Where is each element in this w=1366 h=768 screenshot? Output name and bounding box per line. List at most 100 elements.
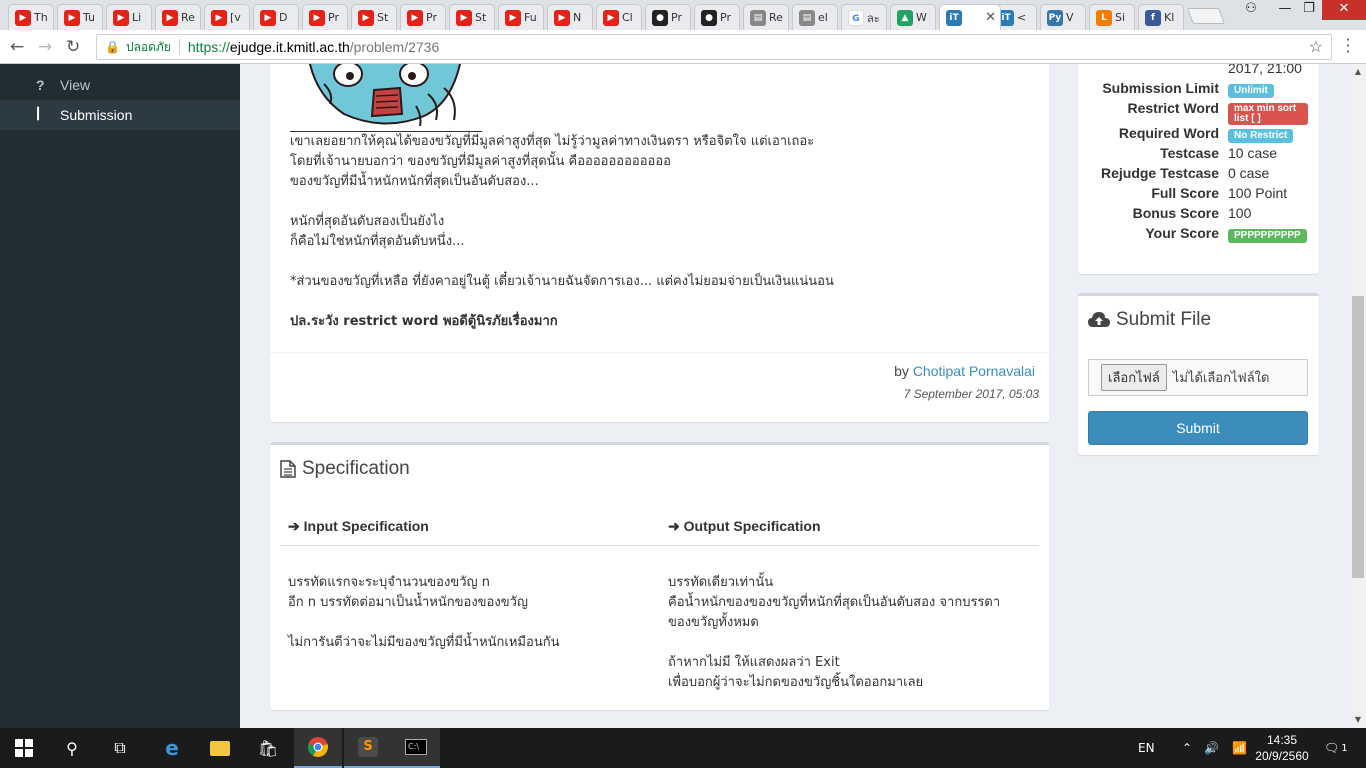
required-word-badge: No Restrict	[1228, 129, 1294, 143]
close-window-button[interactable]: ✕	[1322, 0, 1366, 20]
browser-tab[interactable]: ▶ N	[547, 4, 593, 30]
choose-file-button[interactable]: เลือกไฟล์	[1101, 364, 1167, 391]
browser-tab[interactable]: ▶ D	[253, 4, 299, 30]
browser-tab[interactable]: ▶ Th	[8, 4, 54, 30]
submit-button[interactable]: Submit	[1088, 411, 1308, 445]
file-explorer-icon[interactable]	[196, 728, 244, 768]
page-icon: ▤	[799, 9, 815, 26]
google-icon: G	[848, 9, 864, 26]
new-tab-button[interactable]	[1187, 8, 1225, 24]
browser-tab[interactable]: G ละ	[841, 4, 887, 30]
sidebar-item-label: View	[60, 77, 91, 93]
tab-close-icon[interactable]: ✕	[985, 10, 996, 25]
browser-tab-label: <	[1017, 11, 1027, 24]
scrollbar-thumb[interactable]	[1352, 296, 1364, 578]
scroll-up-icon[interactable]: ▲	[1350, 64, 1366, 80]
menu-dots-icon[interactable]: · · ·	[1343, 32, 1353, 60]
browser-tab[interactable]: ▲ W	[890, 4, 936, 30]
browser-tab[interactable]: ▶ St	[449, 4, 495, 30]
info-label: Testcase	[1160, 145, 1219, 161]
url-scheme: https://	[187, 39, 230, 55]
edge-icon[interactable]: e	[148, 728, 196, 768]
browser-tab[interactable]: ▶ Pr	[302, 4, 348, 30]
browser-tab-label: Re	[181, 11, 195, 24]
youtube-icon: ▶	[15, 9, 31, 26]
sublime-text-icon[interactable]: S	[344, 728, 392, 768]
youtube-icon: ▶	[113, 9, 129, 26]
forward-icon[interactable]: →	[38, 37, 52, 57]
browser-tab[interactable]: ● Pr	[645, 4, 691, 30]
python-icon: Py	[1047, 9, 1063, 26]
browser-tab[interactable]: f Kl	[1138, 4, 1184, 30]
browser-tab[interactable]: ▶ St	[351, 4, 397, 30]
browser-tab-label: Li	[132, 11, 142, 24]
file-input[interactable]: เลือกไฟล์ ไม่ได้เลือกไฟล์ใด	[1088, 359, 1308, 396]
output-spec-line: บรรทัดเดียวเท่านั้น	[668, 575, 774, 590]
info-label: Required Word	[1118, 125, 1219, 141]
action-center-icon[interactable]: 🗨 1	[1324, 728, 1348, 768]
sign-in-icon: ➔	[288, 518, 300, 534]
browser-tab[interactable]: iT ✕	[939, 4, 1001, 30]
reload-icon[interactable]: ↻	[66, 37, 80, 57]
browser-tab[interactable]: ▤ Re	[743, 4, 789, 30]
browser-tab[interactable]: ● Pr	[694, 4, 740, 30]
store-icon[interactable]: 🛍	[244, 728, 292, 768]
problem-date: 7 September 2017, 05:03	[903, 387, 1039, 401]
volume-icon[interactable]: 🔊	[1204, 728, 1219, 768]
output-spec-text: บรรทัดเดียวเท่านั้น คือน้ำหนักของของขวัญ…	[668, 573, 1000, 693]
notification-count: 1	[1341, 742, 1348, 754]
info-label: Full Score	[1151, 185, 1219, 201]
page-scrollbar[interactable]: ▲ ▼	[1350, 64, 1366, 728]
page-icon: ▤	[750, 9, 766, 26]
author-link[interactable]: Chotipat Pornavalai	[913, 363, 1035, 379]
submit-file-title: Submit File	[1088, 309, 1211, 331]
input-spec-line: ไม่การันตีว่าจะไม่มีของขวัญที่มีน้ำหนักเ…	[288, 635, 560, 650]
browser-tab[interactable]: L Si	[1089, 4, 1135, 30]
bookmark-star-icon[interactable]: ☆	[1309, 37, 1323, 57]
terminal-icon[interactable]: C:\	[392, 728, 440, 768]
back-icon[interactable]: ←	[10, 37, 24, 57]
output-spec-line: คือน้ำหนักของของขวัญที่หนักที่สุดเป็นอัน…	[668, 595, 1001, 610]
browser-tab[interactable]: ▶ Cl	[596, 4, 642, 30]
scroll-down-icon[interactable]: ▼	[1350, 712, 1366, 728]
youtube-icon: ▶	[407, 9, 423, 26]
browser-tab[interactable]: ▶ Fu	[498, 4, 544, 30]
windows-start-icon[interactable]	[0, 728, 48, 768]
chrome-icon[interactable]	[294, 728, 342, 768]
network-icon[interactable]: 📶	[1232, 728, 1247, 768]
browser-tab[interactable]: ▶ [v	[204, 4, 250, 30]
browser-tab[interactable]: ▶ Li	[106, 4, 152, 30]
browser-tab[interactable]: ▶ Tu	[57, 4, 103, 30]
youtube-icon: ▶	[456, 9, 472, 26]
windows-taskbar: ⚲ ⧉ e 🛍 S C:\ EN ⌃ 🔊 📶 14:35 20/9/2560 🗨…	[0, 728, 1366, 768]
code-fork-icon: ꟾ	[36, 106, 41, 123]
input-spec-header: ➔ Input Specification	[288, 518, 429, 535]
file-status: ไม่ได้เลือกไฟล์ใด	[1172, 371, 1270, 386]
browser-tab[interactable]: ▶ Pr	[400, 4, 446, 30]
browser-tab-label: Pr	[671, 11, 682, 24]
restore-button[interactable]: ❐	[1292, 0, 1326, 20]
info-row-testcase: Testcase 10 case	[1078, 145, 1319, 165]
sidebar-item-view[interactable]: ? View	[0, 70, 240, 100]
main-content: เขาเลยอยากให้คุณได้ของขวัญที่มีมูลค่าสูง…	[240, 64, 1350, 728]
show-hidden-icons[interactable]: ⌃	[1182, 728, 1192, 768]
browser-tab[interactable]: Py V	[1040, 4, 1086, 30]
info-value: 100 Point	[1228, 185, 1288, 201]
info-row-restrict-word: Restrict Word max min sort list [ ]	[1078, 100, 1319, 125]
info-row-bonus-score: Bonus Score 100	[1078, 205, 1319, 225]
url-field[interactable]: 🔒 ปลอดภัย https:// ejudge.it.kmitl.ac.th…	[96, 34, 1332, 60]
problem-text-line: โดยที่เจ้านายบอกว่า ของขวัญที่มีมูลค่าสู…	[290, 154, 671, 169]
profile-icon[interactable]: ⚇	[1234, 0, 1268, 20]
browser-tab[interactable]: ▤ el	[792, 4, 838, 30]
sidebar-item-submission[interactable]: ꟾ Submission	[0, 100, 240, 130]
by-prefix: by	[894, 363, 909, 379]
task-view-icon[interactable]: ⧉	[96, 728, 144, 768]
search-icon[interactable]: ⚲	[48, 728, 96, 768]
system-clock[interactable]: 14:35 20/9/2560	[1254, 732, 1310, 764]
youtube-icon: ▶	[211, 9, 227, 26]
clock-time: 14:35	[1266, 733, 1298, 747]
secure-label: ปลอดภัย	[125, 39, 171, 54]
info-row-required-word: Required Word No Restrict	[1078, 125, 1319, 145]
browser-tab[interactable]: ▶ Re	[155, 4, 201, 30]
language-indicator[interactable]: EN	[1138, 728, 1155, 768]
